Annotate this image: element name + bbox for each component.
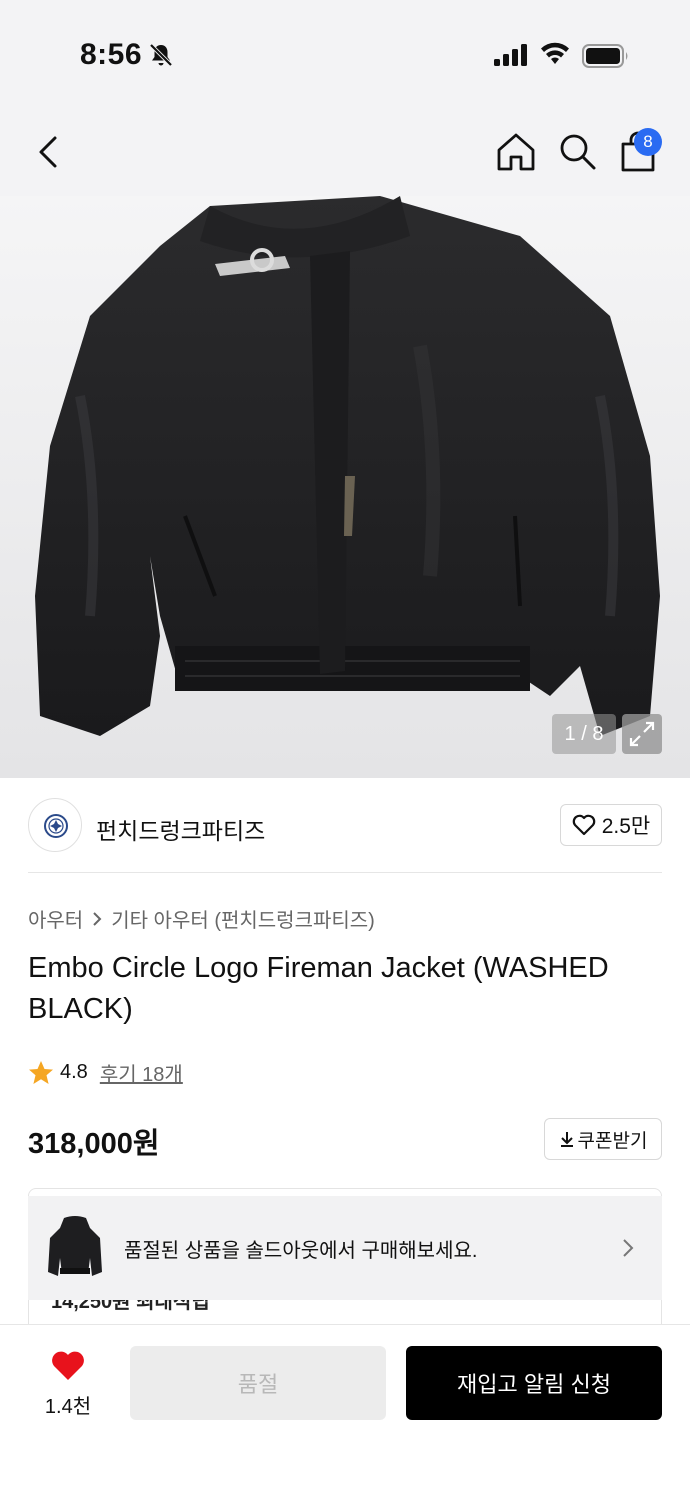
home-icon[interactable] (494, 130, 538, 174)
brand-like-button[interactable]: 2.5만 (560, 804, 662, 846)
brand-like-count: 2.5만 (601, 815, 651, 838)
soldout-product-thumbnail (48, 1216, 102, 1276)
divider (28, 872, 662, 873)
wish-count: 1.4천 (44, 1396, 92, 1418)
signal-icon (494, 44, 527, 66)
breadcrumb: 아우터 기타 아우터 (펀치드렁크파티즈) (28, 904, 375, 933)
restock-alert-button[interactable]: 재입고 알림 신청 (406, 1346, 662, 1420)
product-price: 318,000원 (28, 1128, 160, 1160)
search-icon[interactable] (556, 130, 600, 174)
image-counter: 1 / 8 (552, 714, 616, 754)
breadcrumb-category[interactable]: 아우터 (28, 904, 83, 933)
coupon-button[interactable]: 쿠폰받기 (544, 1118, 662, 1160)
review-link[interactable]: 후기 18개 (100, 1058, 183, 1087)
brand-name[interactable]: 펀치드렁크파티즈 (96, 812, 265, 846)
battery-icon (582, 44, 628, 68)
brand-logo[interactable] (28, 798, 82, 852)
expand-icon[interactable] (622, 714, 662, 754)
status-bar: 8:56 (0, 0, 690, 110)
bell-off-icon (149, 43, 173, 67)
status-time: 8:56 (80, 38, 143, 71)
cart-badge[interactable]: 8 (634, 128, 662, 156)
brand-emblem-icon (44, 814, 68, 838)
jacket-image (35, 196, 660, 736)
wifi-icon (541, 42, 569, 64)
product-title: Embo Circle Logo Fireman Jacket (WASHED … (28, 952, 609, 1025)
download-icon (560, 1132, 573, 1147)
star-icon (29, 1060, 53, 1084)
chevron-right-icon (93, 911, 102, 926)
heart-filled-icon[interactable] (50, 1350, 86, 1382)
back-icon[interactable] (30, 132, 70, 172)
rating-value: 4.8 (60, 1061, 88, 1083)
product-image[interactable] (0, 196, 690, 778)
soldout-button: 품절 (130, 1346, 386, 1420)
heart-outline-icon (572, 814, 596, 836)
soldout-banner-text: 품절된 상품을 솔드아웃에서 구매해보세요. (124, 1240, 478, 1262)
soldout-banner[interactable]: 품절된 상품을 솔드아웃에서 구매해보세요. (28, 1196, 662, 1300)
rating-row: 4.8 후기 18개 (28, 1058, 183, 1087)
chevron-right-icon (623, 1239, 634, 1257)
top-nav-bar (0, 110, 690, 196)
breadcrumb-subcategory[interactable]: 기타 아우터 (펀치드렁크파티즈) (111, 904, 375, 933)
coupon-label: 쿠폰받기 (577, 1130, 648, 1152)
